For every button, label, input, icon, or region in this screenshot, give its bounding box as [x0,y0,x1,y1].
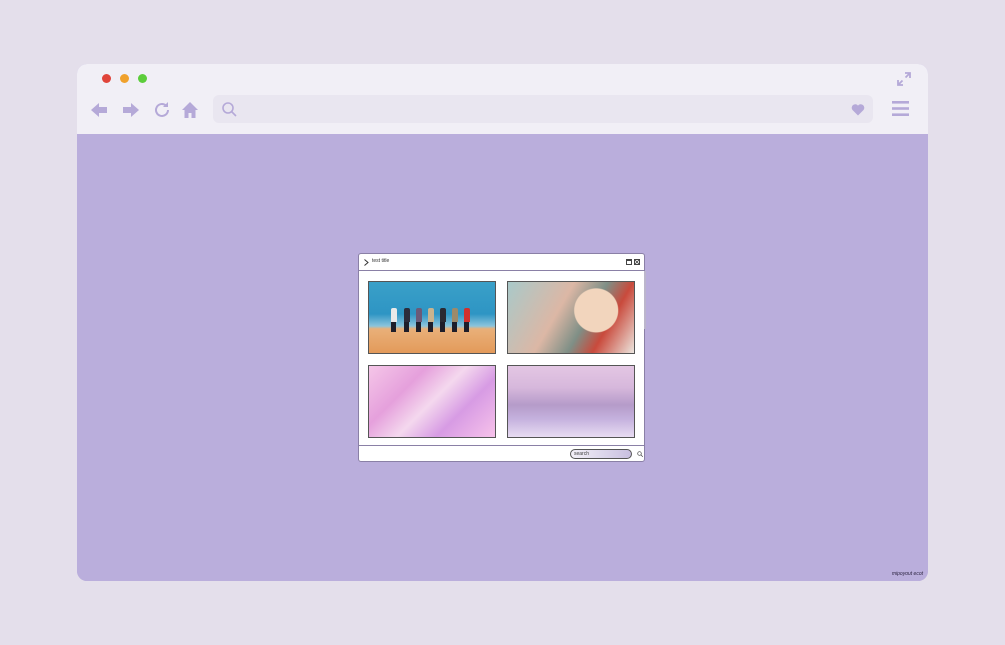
scrollbar[interactable] [644,271,646,329]
minimize-dot[interactable] [120,74,129,83]
expand-icon[interactable] [897,72,911,86]
close-dot[interactable] [102,74,111,83]
figure [416,322,421,332]
figure [440,308,446,322]
figure [428,322,433,332]
figure [464,308,470,322]
search-icon[interactable] [637,451,643,457]
close-button[interactable] [634,259,640,265]
popup-window: test title [358,253,646,462]
reload-icon[interactable] [153,101,171,119]
address-bar[interactable] [213,95,873,123]
figure [404,308,410,322]
browser-window: test title search mipoyout ecot [77,64,928,581]
forward-arrow-icon[interactable] [122,101,140,119]
window-footer [359,445,644,462]
heart-icon[interactable] [851,103,865,116]
figure [452,322,457,332]
clouds-aerial-image[interactable] [507,365,635,438]
figure [452,308,458,322]
figure [391,308,397,322]
search-icon [222,102,237,117]
watermark-text: mipoyout ecot [891,571,923,577]
group-photo-image[interactable] [368,281,496,354]
figure [391,322,396,332]
maximize-button[interactable] [626,259,632,265]
figure [428,308,434,322]
chevron-right-icon[interactable] [364,259,369,266]
window-title: test title [372,258,390,264]
figure [416,308,422,322]
search-input[interactable] [570,449,632,459]
figure [440,322,445,332]
page-content: test title search mipoyout ecot [77,134,928,581]
hamburger-menu-icon[interactable] [892,100,909,117]
image-gallery [359,271,644,445]
close-icon [635,260,639,264]
figure [404,322,409,332]
zoom-dot[interactable] [138,74,147,83]
back-arrow-icon[interactable] [90,101,108,119]
browser-toolbar [77,64,928,134]
figure [464,322,469,332]
pink-hands-image[interactable] [368,365,496,438]
home-icon[interactable] [181,101,199,119]
hand-with-flowers-image[interactable] [507,281,635,354]
window-titlebar: test title [359,254,644,271]
